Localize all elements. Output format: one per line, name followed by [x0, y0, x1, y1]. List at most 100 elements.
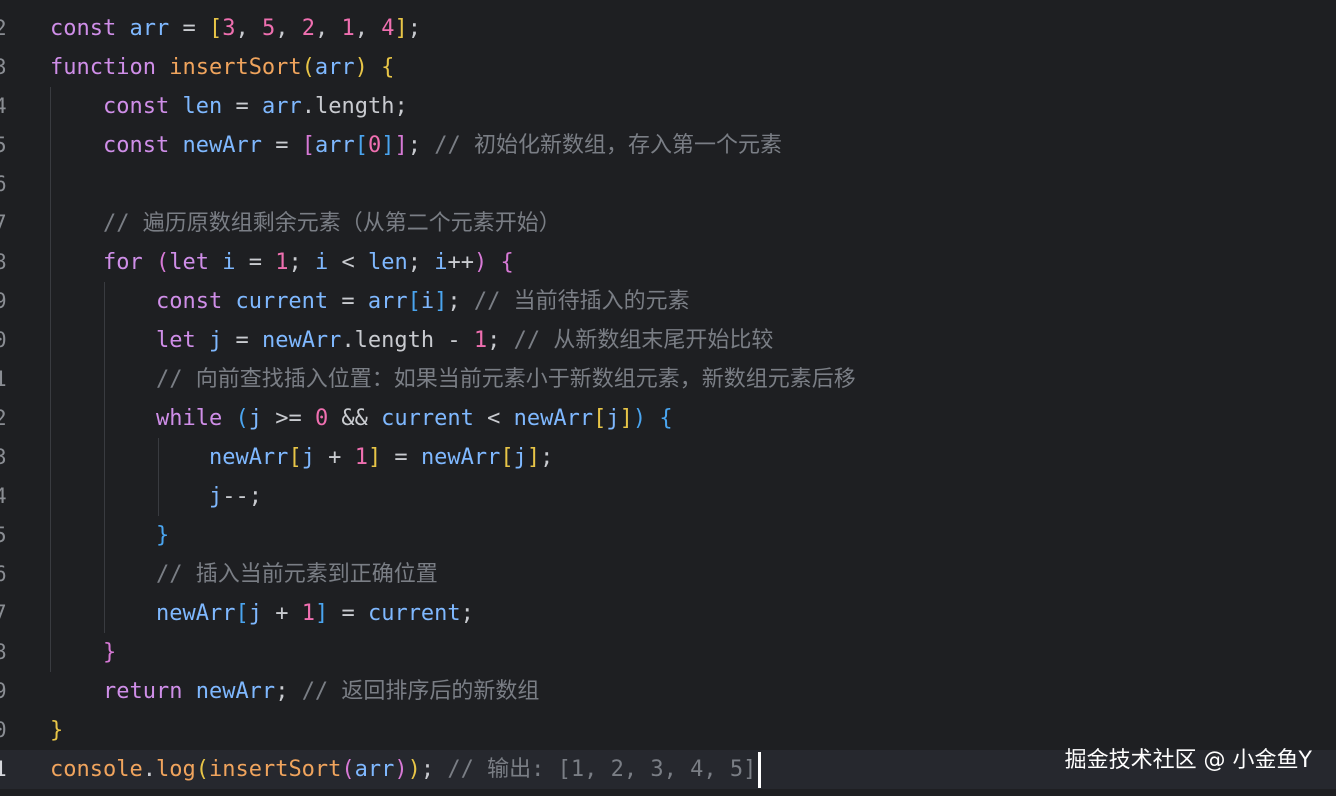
- line-number: 2: [0, 16, 7, 40]
- code-text[interactable]: j--;: [50, 477, 262, 516]
- code-comment: // 返回排序后的新数组: [301, 679, 540, 704]
- code-text[interactable]: // 向前查找插入位置：如果当前元素小于新数组元素，新数组元素后移: [50, 360, 856, 399]
- code-text[interactable]: // 遍历原数组剩余元素（从第二个元素开始）: [50, 204, 561, 243]
- code-token: }: [102, 640, 117, 665]
- code-comment: // 当前待插入的元素: [473, 289, 690, 314]
- code-line[interactable]: 9 const current = arr[i]; // 当前待插入的元素: [0, 282, 1336, 321]
- code-text[interactable]: const newArr = [arr[0]]; // 初始化新数组，存入第一个…: [50, 126, 782, 165]
- code-token: ;: [407, 16, 421, 41]
- line-number: 8: [0, 640, 7, 664]
- code-line[interactable]: 3 function insertSort(arr) {: [0, 48, 1336, 87]
- code-text[interactable]: const len = arr.length;: [50, 87, 408, 126]
- code-text[interactable]: }: [50, 516, 169, 555]
- line-number: 4: [0, 94, 7, 118]
- code-line[interactable]: 8 for (let i = 1; i < len; i++) {: [0, 243, 1336, 282]
- code-text[interactable]: while (j >= 0 && current < newArr[j]) {: [50, 399, 673, 438]
- code-line[interactable]: 4 const len = arr.length;: [0, 87, 1336, 126]
- code-text[interactable]: console.log(insertSort(arr)); // 输出: [1,…: [50, 750, 756, 789]
- code-token: ): [632, 406, 647, 431]
- code-token: (: [195, 757, 209, 782]
- code-line[interactable]: 5 const newArr = [arr[0]]; // 初始化新数组，存入第…: [0, 126, 1336, 165]
- code-line[interactable]: 6: [0, 165, 1336, 204]
- code-token: <: [473, 406, 514, 431]
- code-token: newArr: [155, 601, 236, 626]
- code-token: +: [314, 445, 355, 470]
- code-line[interactable]: 4 j--;: [0, 477, 1336, 516]
- code-token: newArr: [208, 445, 289, 470]
- code-token: const: [102, 94, 183, 119]
- code-token: ,: [235, 16, 262, 41]
- code-line[interactable]: 7 // 遍历原数组剩余元素（从第二个元素开始）: [0, 204, 1336, 243]
- code-line[interactable]: 5 }: [0, 516, 1336, 555]
- code-line[interactable]: 2 while (j >= 0 && current < newArr[j]) …: [0, 399, 1336, 438]
- code-text[interactable]: newArr[j + 1] = current;: [50, 594, 474, 633]
- line-number: 5: [0, 133, 7, 157]
- indent-guide: [104, 282, 105, 633]
- code-token: [: [407, 289, 421, 314]
- code-text[interactable]: const current = arr[i]; // 当前待插入的元素: [50, 282, 690, 321]
- code-token: newArr: [261, 328, 342, 353]
- code-text[interactable]: }: [50, 633, 116, 672]
- code-editor[interactable]: 2 const arr = [3, 5, 2, 1, 4]; 3 function i…: [0, 9, 1336, 789]
- code-text[interactable]: let j = newArr.length - 1; // 从新数组末尾开始比较: [50, 321, 773, 360]
- code-token: const: [155, 289, 236, 314]
- code-token: i: [314, 250, 329, 275]
- code-text[interactable]: return newArr; // 返回排序后的新数组: [50, 672, 539, 711]
- code-token: 1: [341, 16, 355, 41]
- line-number: 0: [0, 328, 7, 352]
- code-token: const: [102, 133, 183, 158]
- code-token: ;: [288, 250, 315, 275]
- code-text[interactable]: function insertSort(arr) {: [50, 48, 394, 87]
- code-token: i: [222, 250, 236, 275]
- code-token: 2: [301, 16, 315, 41]
- code-token: let: [169, 250, 223, 275]
- code-line[interactable]: 2 const arr = [3, 5, 2, 1, 4];: [0, 9, 1336, 48]
- code-token: {: [381, 55, 395, 80]
- code-token: ,: [354, 16, 382, 41]
- code-token: ]: [526, 445, 541, 470]
- code-comment: // 向前查找插入位置：如果当前元素小于新数组元素，新数组元素后移: [155, 367, 856, 392]
- code-token: ,: [314, 16, 342, 41]
- code-token: return: [102, 679, 196, 704]
- code-token: [: [288, 445, 302, 470]
- code-token: j: [513, 445, 527, 470]
- code-text[interactable]: // 插入当前元素到正确位置: [50, 555, 438, 594]
- code-token: current: [381, 406, 474, 431]
- code-token: current: [235, 289, 329, 314]
- code-token: ;: [487, 328, 514, 353]
- code-line[interactable]: 6 // 插入当前元素到正确位置: [0, 555, 1336, 594]
- code-line[interactable]: 3 newArr[j + 1] = newArr[j];: [0, 438, 1336, 477]
- code-token: ]: [367, 445, 382, 470]
- code-text[interactable]: }: [50, 711, 63, 750]
- code-token: [: [301, 133, 315, 158]
- code-line[interactable]: 0 let j = newArr.length - 1; // 从新数组末尾开始…: [0, 321, 1336, 360]
- code-text[interactable]: for (let i = 1; i < len; i++) {: [50, 243, 514, 282]
- code-token: newArr: [420, 445, 501, 470]
- line-number: 7: [0, 211, 7, 235]
- code-line[interactable]: 8 }: [0, 633, 1336, 672]
- code-token: while: [155, 406, 236, 431]
- code-text[interactable]: const arr = [3, 5, 2, 1, 4];: [50, 9, 421, 48]
- code-token: insertSort: [169, 55, 302, 80]
- code-token: 5: [261, 16, 276, 41]
- line-number: 5: [0, 523, 7, 547]
- code-text[interactable]: newArr[j + 1] = newArr[j];: [50, 438, 553, 477]
- code-line[interactable]: 9 return newArr; // 返回排序后的新数组: [0, 672, 1336, 711]
- code-line[interactable]: 1 // 向前查找插入位置：如果当前元素小于新数组元素，新数组元素后移: [0, 360, 1336, 399]
- code-line[interactable]: 7 newArr[j + 1] = current;: [0, 594, 1336, 633]
- code-token: [: [235, 601, 249, 626]
- code-comment: // 插入当前元素到正确位置: [155, 562, 438, 587]
- code-comment: // 从新数组末尾开始比较: [513, 328, 774, 353]
- code-token: }: [50, 718, 64, 743]
- code-token: [: [354, 133, 368, 158]
